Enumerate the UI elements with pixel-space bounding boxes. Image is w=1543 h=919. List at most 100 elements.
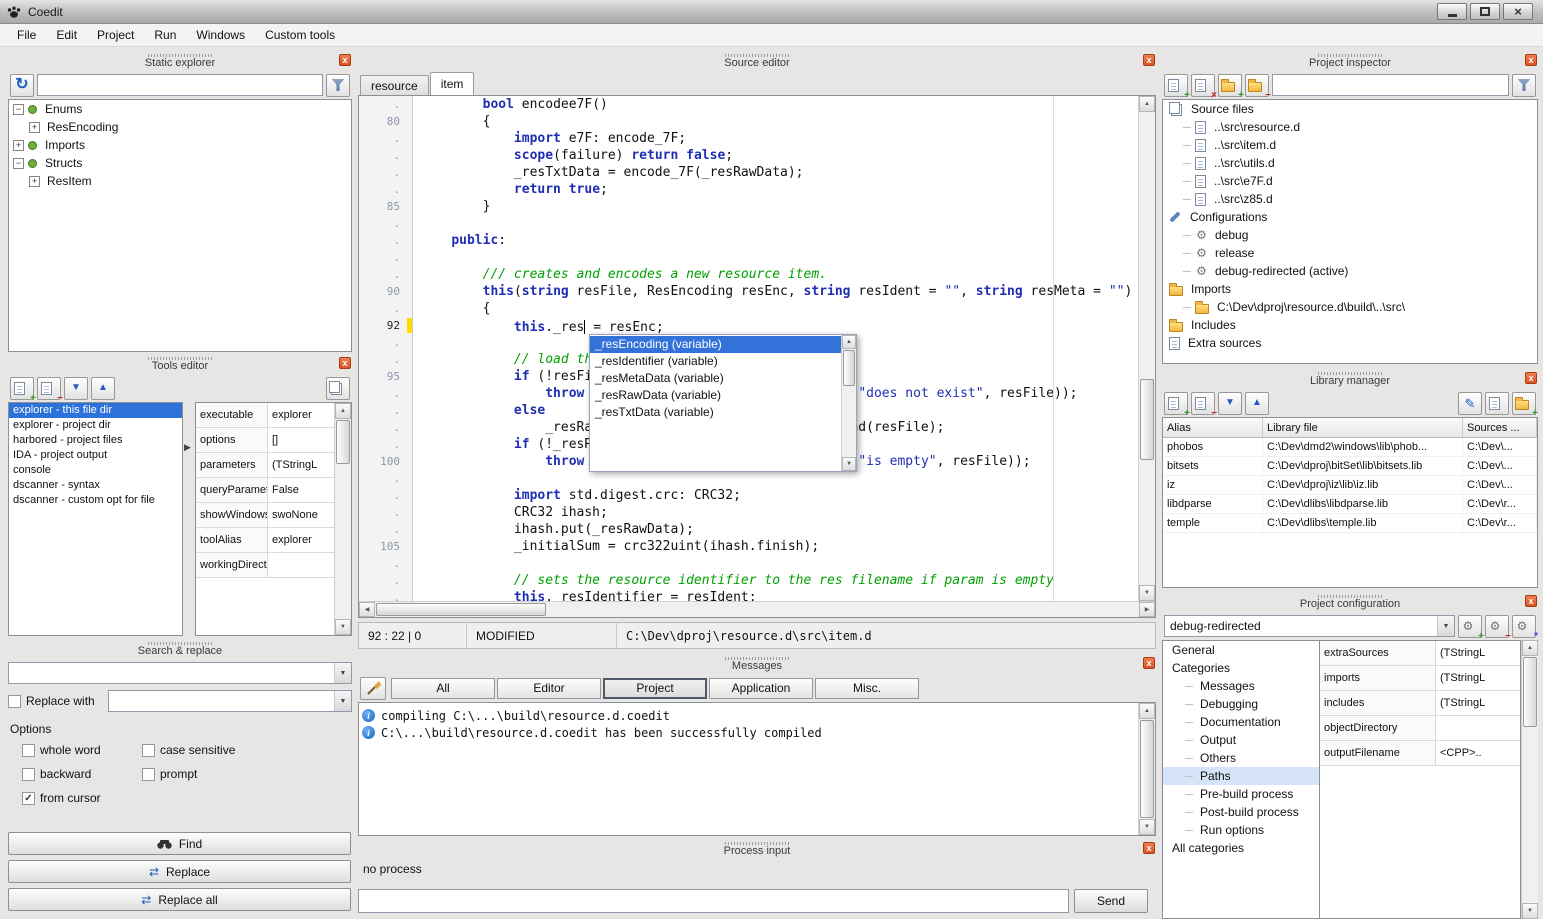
filter-options-button[interactable]: [1512, 74, 1536, 97]
replace-combobox[interactable]: ▼: [108, 690, 352, 712]
tree-item[interactable]: Extra sources: [1163, 334, 1537, 352]
code-line[interactable]: this._resIdentifier = resIdent;: [420, 589, 1138, 601]
property-row[interactable]: imports(TStringL: [1320, 666, 1520, 691]
scroll-left-button[interactable]: ◀: [359, 602, 375, 617]
replace-button[interactable]: ⇄ Replace: [8, 860, 351, 883]
configuration-select[interactable]: debug-redirected ▼: [1164, 615, 1455, 637]
panel-header[interactable]: Static explorer x: [8, 52, 352, 71]
property-row[interactable]: parameters(TStringL: [196, 453, 334, 478]
message-row[interactable]: iC:\...\build\resource.d.coedit has been…: [359, 724, 1138, 741]
category-item[interactable]: Paths: [1163, 767, 1319, 785]
search-combobox[interactable]: ▼: [8, 662, 352, 684]
scroll-up-button[interactable]: ▲: [1139, 703, 1155, 719]
scroll-down-button[interactable]: ▼: [1139, 819, 1155, 835]
replace-with-checkbox[interactable]: Replace with: [8, 693, 103, 709]
scroll-thumb[interactable]: [376, 603, 546, 616]
tool-item[interactable]: explorer - this file dir: [9, 403, 182, 418]
option-checkbox[interactable]: prompt: [142, 766, 352, 782]
column-header[interactable]: Library file: [1263, 418, 1463, 437]
menu-windows[interactable]: Windows: [187, 25, 254, 45]
completion-item[interactable]: _resEncoding (variable): [590, 336, 841, 353]
tree-item[interactable]: ..\src\item.d: [1163, 136, 1537, 154]
library-row[interactable]: bitsetsC:\Dev\dproj\bitSet\lib\bitsets.l…: [1163, 457, 1537, 476]
tree-item[interactable]: Includes: [1163, 316, 1537, 334]
refresh-button[interactable]: ↻: [10, 74, 34, 97]
tree-item[interactable]: −Structs: [9, 154, 351, 172]
category-item[interactable]: Debugging: [1163, 695, 1319, 713]
option-checkbox[interactable]: whole word: [22, 742, 142, 758]
scroll-thumb[interactable]: [1140, 720, 1154, 818]
property-row[interactable]: extraSources(TStringL: [1320, 641, 1520, 666]
tree-item[interactable]: ..\src\e7F.d: [1163, 172, 1537, 190]
scroll-down-button[interactable]: ▼: [1139, 585, 1155, 601]
clear-messages-button[interactable]: [360, 677, 386, 700]
code-line[interactable]: // sets the resource identifier to the r…: [420, 572, 1138, 589]
property-value[interactable]: (TStringL: [1436, 691, 1520, 715]
move-tool-up-button[interactable]: ▲: [91, 377, 115, 400]
code-line[interactable]: import e7F: encode_7F;: [420, 130, 1138, 147]
edit-library-button[interactable]: ✎: [1458, 392, 1482, 415]
add-tool-button[interactable]: +: [10, 377, 34, 400]
scroll-up-button[interactable]: ▲: [1139, 96, 1155, 112]
editor-vertical-scrollbar[interactable]: ▲ ▼: [1138, 96, 1155, 601]
panel-header[interactable]: Search & replace: [8, 640, 352, 659]
tree-item[interactable]: ..\src\utils.d: [1163, 154, 1537, 172]
tree-item[interactable]: +ResEncoding: [9, 118, 351, 136]
window-titlebar[interactable]: Coedit ×: [0, 0, 1543, 24]
menu-edit[interactable]: Edit: [47, 25, 86, 45]
code-line[interactable]: scope(failure) return false;: [420, 147, 1138, 164]
select-library-file-button[interactable]: [1485, 392, 1509, 415]
category-item[interactable]: All categories: [1163, 839, 1319, 857]
checkbox-box[interactable]: [142, 768, 155, 781]
editor-horizontal-scrollbar[interactable]: ◀ ▶: [359, 601, 1155, 617]
search-input[interactable]: [9, 663, 334, 683]
panel-header[interactable]: Library manager x: [1162, 370, 1538, 389]
panel-close-button[interactable]: x: [1143, 54, 1155, 66]
expander-icon[interactable]: −: [13, 158, 24, 169]
scroll-right-button[interactable]: ▶: [1139, 602, 1155, 617]
code-line[interactable]: this._res = resEnc;: [420, 317, 1138, 334]
scroll-thumb[interactable]: [843, 350, 855, 386]
maximize-button[interactable]: [1470, 3, 1500, 20]
replace-all-button[interactable]: ⇄ Replace all: [8, 888, 351, 911]
remove-library-button[interactable]: −: [1191, 392, 1215, 415]
library-row[interactable]: phobosC:\Dev\dmd2\windows\lib\phob...C:\…: [1163, 438, 1537, 457]
tree-item[interactable]: C:\Dev\dproj\resource.d\build\..\src\: [1163, 298, 1537, 316]
code-line[interactable]: _resTxtData = encode_7F(_resRawData);: [420, 164, 1138, 181]
property-row[interactable]: queryParametFalse: [196, 478, 334, 503]
menu-custom-tools[interactable]: Custom tools: [256, 25, 344, 45]
category-item[interactable]: General: [1163, 641, 1319, 659]
tree-item[interactable]: Source files: [1163, 100, 1537, 118]
expander-icon[interactable]: +: [29, 122, 40, 133]
checkbox-box[interactable]: ✓: [22, 792, 35, 805]
tab-resource[interactable]: resource: [360, 75, 429, 95]
tree-item[interactable]: ⚙debug: [1163, 226, 1537, 244]
find-button[interactable]: Find: [8, 832, 351, 855]
library-row[interactable]: izC:\Dev\dproj\iz\lib\iz.libC:\Dev\...: [1163, 476, 1537, 495]
property-value[interactable]: (TStringL: [268, 453, 334, 477]
move-library-up-button[interactable]: ▲: [1245, 392, 1269, 415]
tab-item[interactable]: item: [430, 72, 475, 95]
category-item[interactable]: Post-build process: [1163, 803, 1319, 821]
completion-item[interactable]: _resIdentifier (variable): [590, 353, 841, 370]
property-value[interactable]: [268, 553, 334, 577]
panel-header[interactable]: Project configuration x: [1162, 593, 1538, 612]
replace-input[interactable]: [109, 691, 334, 711]
code-line[interactable]: _initialSum = crc322uint(ihash.finish);: [420, 538, 1138, 555]
close-button[interactable]: ×: [1503, 3, 1533, 20]
panel-close-button[interactable]: x: [339, 357, 351, 369]
code-line[interactable]: [420, 215, 1138, 232]
expander-icon[interactable]: +: [29, 176, 40, 187]
completion-item[interactable]: _resRawData (variable): [590, 387, 841, 404]
completion-scrollbar[interactable]: ▲ ▼: [841, 335, 856, 471]
category-item[interactable]: Others: [1163, 749, 1319, 767]
panel-close-button[interactable]: x: [1143, 657, 1155, 669]
panel-header[interactable]: Process input x: [358, 840, 1156, 859]
filter-all[interactable]: All: [391, 678, 495, 699]
panel-close-button[interactable]: x: [1143, 842, 1155, 854]
filter-project[interactable]: Project: [603, 678, 707, 699]
code-line[interactable]: [420, 470, 1138, 487]
inspector-filter-field[interactable]: [1272, 74, 1509, 96]
checkbox-box[interactable]: [142, 744, 155, 757]
menu-file[interactable]: File: [8, 25, 45, 45]
